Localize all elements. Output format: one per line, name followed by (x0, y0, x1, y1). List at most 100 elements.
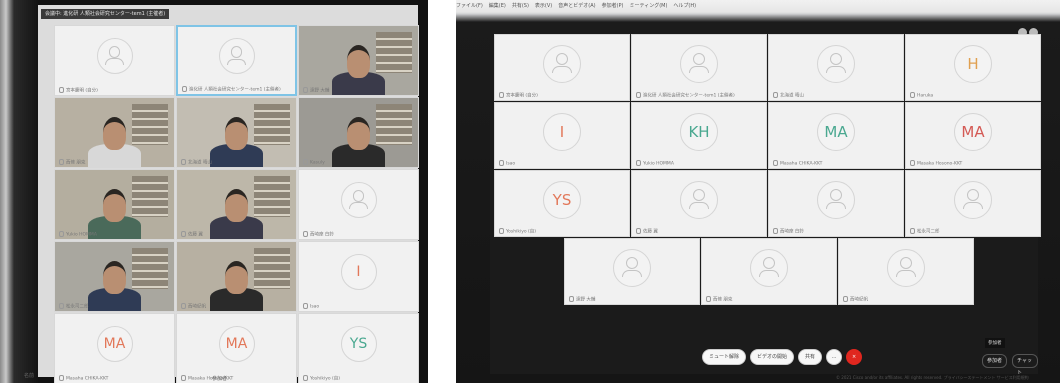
avatar-tile[interactable]: I Isao (494, 102, 630, 169)
avatar-tile[interactable]: YS Yoshikiyo (自) (494, 170, 630, 237)
participant-name: 西崎座 白鈴 (303, 230, 334, 237)
participant-name: 宮本慶明 (自分) (499, 91, 538, 98)
avatar-tile[interactable]: 西崎紀帆 (838, 238, 974, 305)
video-tile[interactable]: 西崎紀帆 (176, 241, 297, 312)
person-icon (692, 52, 706, 65)
avatar-tile[interactable]: 松永司二郎 (905, 170, 1041, 237)
participant-name-text: Yukio HOMMA (66, 232, 97, 237)
avatar-tile[interactable]: 西條 朋克 (701, 238, 837, 305)
mic-icon (181, 302, 186, 309)
avatar (543, 44, 581, 83)
right-monitor-photo: ファイル(F) 編集(E) 共有(S) 表示(V) 音声とビデオ(A) 参加者(P) ミーテ… (456, 0, 1060, 383)
menu-item[interactable]: 表示(V) (535, 3, 552, 9)
video-tile[interactable]: Kasuly (298, 97, 419, 168)
avatar-tile[interactable]: H Haruka (905, 34, 1041, 101)
avatar-tile[interactable]: MA Masaka Hosono-KKT (905, 102, 1041, 169)
video-tile[interactable]: MA Masaka Hosono-KKT (176, 313, 297, 383)
avatar-tile[interactable]: 西崎座 白鈴 (768, 170, 904, 237)
left-bottom-label: 名前 (24, 373, 35, 379)
mic-icon (303, 230, 308, 237)
mic-icon (303, 158, 308, 165)
background-shelf (254, 247, 291, 289)
menu-item[interactable]: ファイル(F) (456, 3, 483, 9)
participant-name: Masaha CHIKA-KKT (59, 374, 108, 381)
background-shelf (254, 103, 291, 145)
mic-icon (910, 159, 915, 166)
participant-name: Isao (499, 159, 515, 166)
right-meeting-screen: 宮本慶明 (自分) 進化研 人類社会研究センター-tem1 (主催者) 北海道 晴山… (490, 22, 1041, 376)
mic-icon (773, 159, 778, 166)
menu-item[interactable]: ミーティング(M) (630, 3, 668, 9)
person-icon-body (552, 65, 572, 73)
menu-item[interactable]: 音声とビデオ(A) (558, 3, 595, 9)
video-tile[interactable]: 遠野 大輔 (298, 25, 419, 96)
mic-icon (182, 85, 187, 92)
avatar-tile[interactable]: 北海道 晴山 (768, 34, 904, 101)
participant-name: 松永司二郎 (910, 227, 940, 234)
participants-tooltip: 参加者 (985, 338, 1005, 348)
participant-name: Yoshikiyo (自) (499, 227, 536, 234)
video-tile[interactable]: 佐藤 翼 (176, 169, 297, 240)
avatar-initials: H (967, 54, 979, 73)
app-menubar: ファイル(F) 編集(E) 共有(S) 表示(V) 音声とビデオ(A) 参加者(P) ミーテ… (456, 0, 1060, 12)
participant-name: 宮本慶明 (自分) (59, 86, 98, 93)
video-tile[interactable]: I Isao (298, 241, 419, 312)
video-tile[interactable]: YS Yoshikiyo (自) (298, 313, 419, 383)
participant-name-text: 宮本慶明 (自分) (66, 88, 98, 93)
avatar: MA (218, 326, 255, 363)
avatar-initials: MA (961, 122, 985, 141)
video-tile[interactable]: 西條 朋克 (54, 97, 175, 168)
mic-icon (706, 295, 711, 302)
person-icon (966, 188, 980, 201)
avatar: I (340, 254, 377, 291)
avatar-tile[interactable]: 遠野 大輔 (564, 238, 700, 305)
video-tile[interactable]: 松永司二郎 (54, 241, 175, 312)
share-button[interactable]: 共有 (798, 349, 823, 365)
mic-icon (181, 374, 186, 381)
video-tile[interactable]: 西崎座 白鈴 (298, 169, 419, 240)
video-tile[interactable]: 北海道 晴山 (176, 97, 297, 168)
avatar-tile[interactable]: 宮本慶明 (自分) (494, 34, 630, 101)
left-participants-button[interactable]: 参加者 (212, 375, 227, 382)
participant-name: 佐藤 翼 (181, 230, 203, 237)
end-call-button[interactable]: × (846, 349, 863, 365)
avatar-tile[interactable]: MA Masaha CHIKA-KKT (768, 102, 904, 169)
person-icon-body (689, 201, 709, 209)
mic-icon (910, 227, 915, 234)
person-icon (762, 256, 776, 269)
mic-icon (499, 91, 504, 98)
menu-item[interactable]: 編集(E) (489, 3, 506, 9)
participants-button[interactable]: 参加者 (982, 354, 1008, 368)
avatar-tile[interactable]: 佐藤 翼 (631, 170, 767, 237)
background-shelf (376, 31, 413, 73)
participant-name-text: Masaha CHIKA-KKT (780, 161, 823, 166)
avatar-tile[interactable]: 進化研 人類社会研究センター-tem1 (主催者) (631, 34, 767, 101)
participant-name-text: 西條 朋克 (713, 297, 733, 302)
video-tile[interactable]: 進化研 人類社会研究センター-tem1 (主催者) (176, 25, 297, 96)
person-icon (899, 256, 913, 269)
start-video-button[interactable]: ビデオの開始 (750, 349, 795, 365)
person-icon-body (759, 269, 779, 277)
avatar: KH (680, 112, 718, 151)
menu-item[interactable]: 共有(S) (512, 3, 529, 9)
more-button[interactable]: ... (826, 349, 843, 365)
video-tile[interactable]: Yukio HOMMA (54, 169, 175, 240)
person-icon (625, 256, 639, 269)
video-tile[interactable]: MA Masaha CHIKA-KKT (54, 313, 175, 383)
menu-item[interactable]: ヘルプ(H) (673, 3, 696, 9)
participant-name: 松永司二郎 (59, 302, 89, 309)
video-tile[interactable]: 宮本慶明 (自分) (54, 25, 175, 96)
avatar: YS (543, 180, 581, 219)
person-icon-body (826, 65, 846, 73)
participant-name-text: 西條 朋克 (66, 160, 86, 165)
chat-button[interactable]: チャット (1012, 354, 1038, 376)
mic-icon (59, 158, 64, 165)
menu-item[interactable]: 参加者(P) (602, 3, 624, 9)
person-face (224, 189, 249, 222)
mute-button[interactable]: ミュート解除 (702, 349, 747, 365)
participant-name: Yukio HOMMA (636, 159, 674, 166)
person-icon-body (105, 58, 124, 65)
mic-icon (303, 86, 308, 93)
mic-icon (636, 159, 641, 166)
avatar-tile[interactable]: KH Yukio HOMMA (631, 102, 767, 169)
